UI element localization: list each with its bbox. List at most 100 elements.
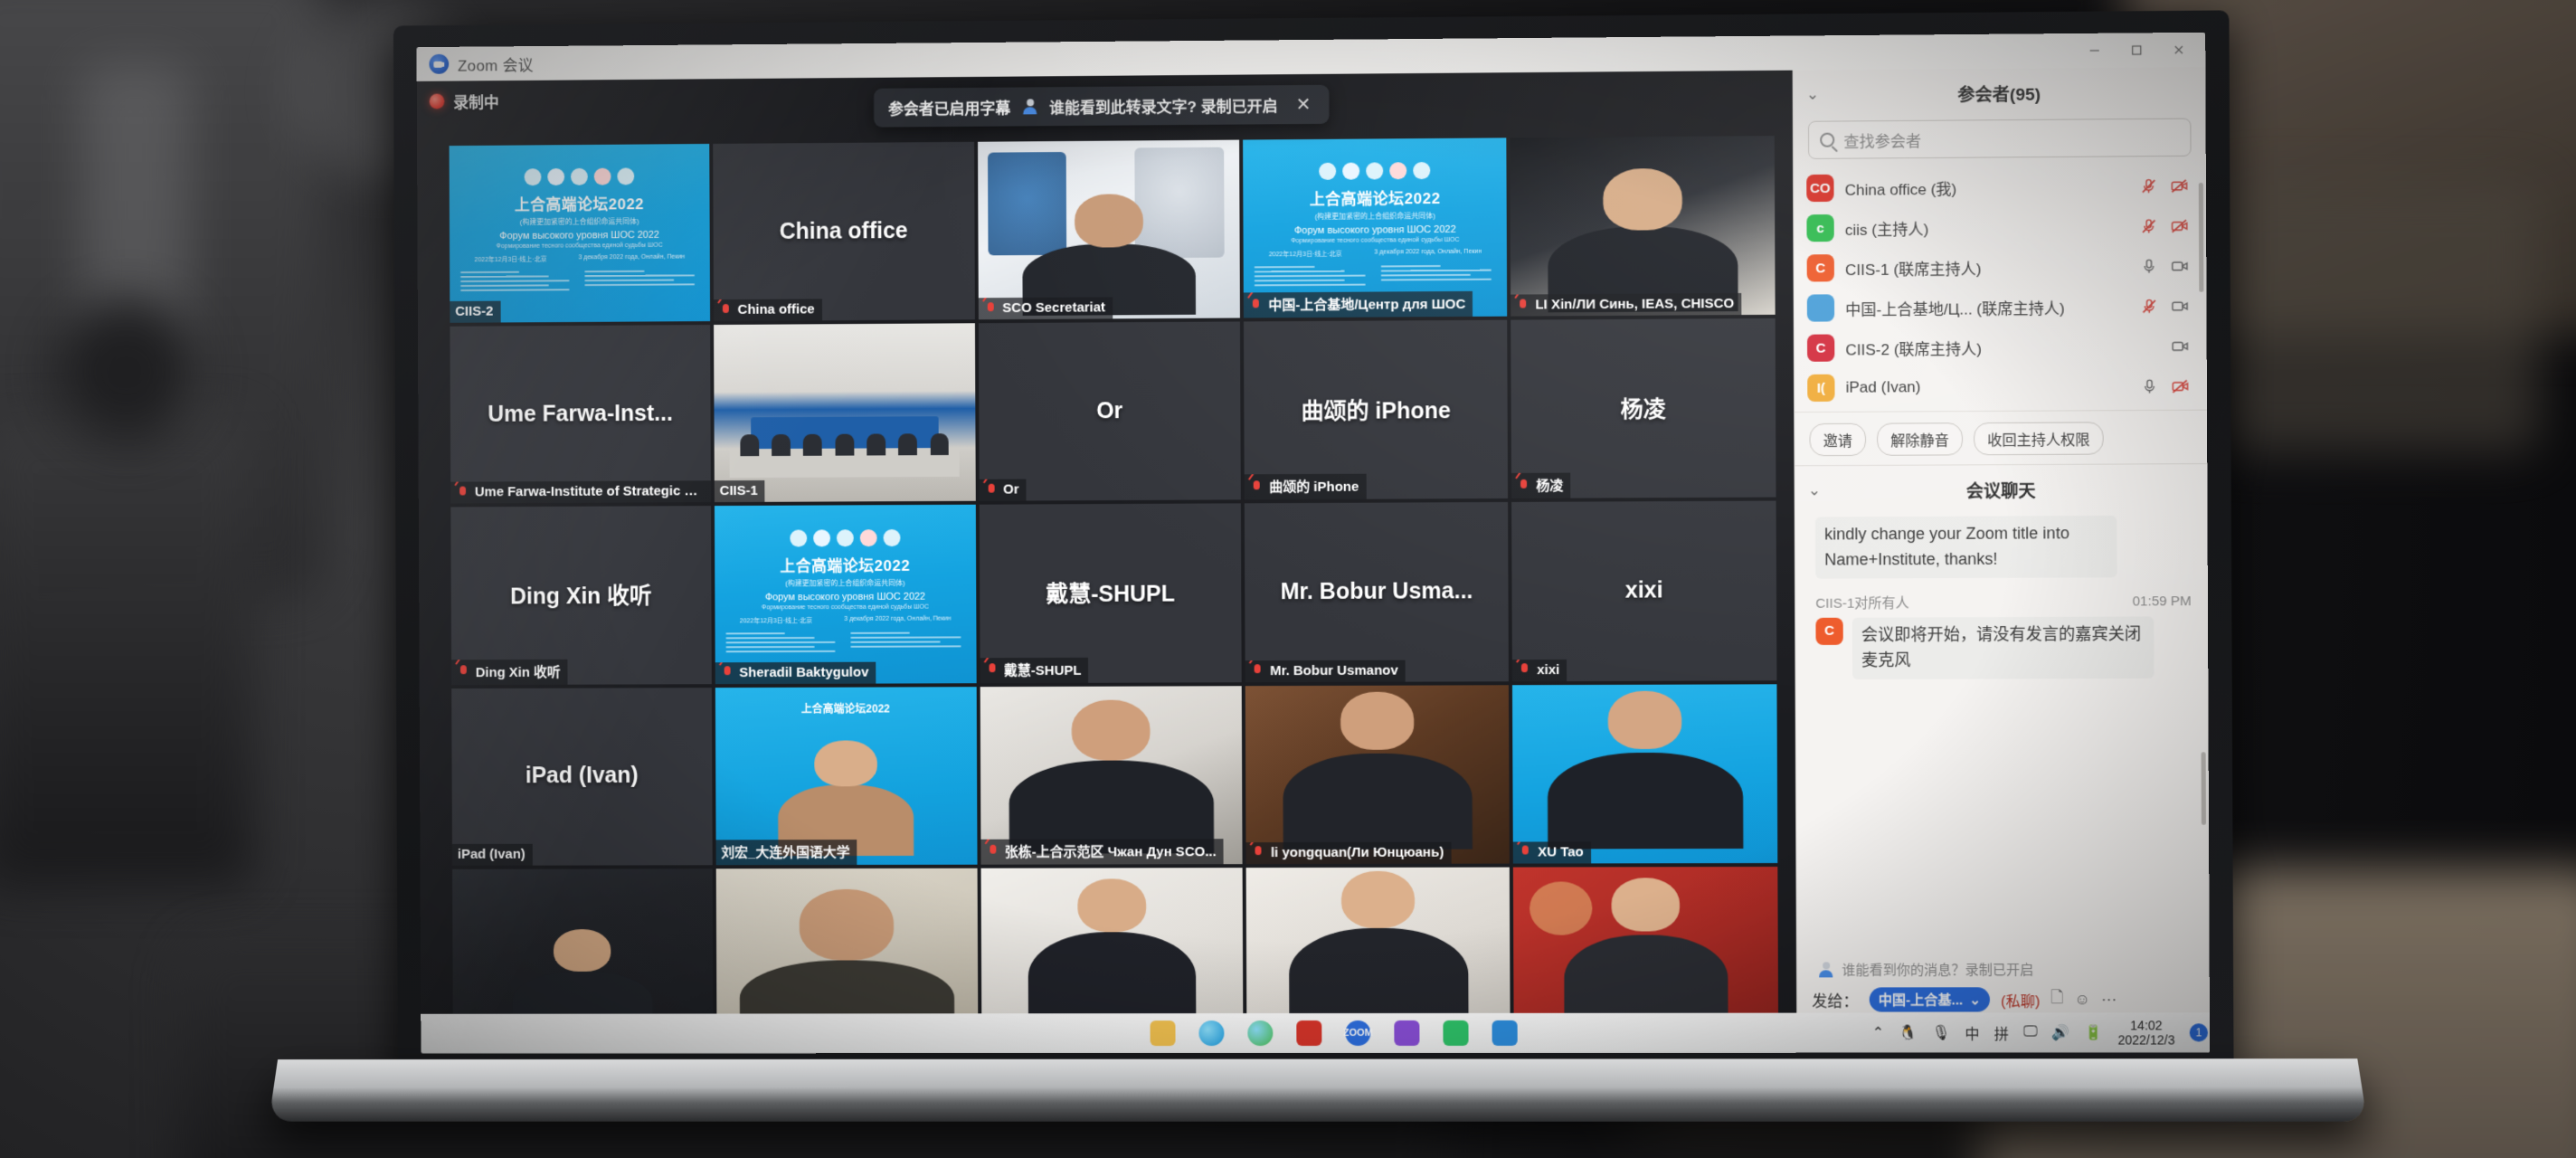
quark[interactable] [1480, 1013, 1529, 1053]
tile-name-label: 张栋-上合示范区 Чжан Дун SCO... [980, 839, 1224, 864]
tile-name-label: CIIS-2 [450, 301, 500, 323]
volume-icon[interactable]: 🔊 [2052, 1023, 2070, 1041]
participant-controls[interactable] [2141, 297, 2194, 314]
zoom-logo-icon [429, 54, 449, 74]
qq-penguin-icon[interactable]: 🐧 [1899, 1024, 1917, 1042]
microsoft-edge[interactable] [1187, 1013, 1236, 1053]
start-button[interactable] [1090, 1013, 1139, 1053]
video-tile[interactable]: xixi xixi [1511, 501, 1776, 681]
video-tile[interactable]: iPad (Ivan) iPad (Ivan) [451, 688, 712, 866]
participant-controls[interactable] [2140, 257, 2193, 275]
tile-display-name: China office [713, 217, 974, 245]
invite-button[interactable]: 邀请 [1809, 423, 1866, 456]
participant-row[interactable]: 中国-上合基地/Ц... (联席主持人) [1807, 286, 2194, 328]
unmute-all-button[interactable]: 解除静音 [1877, 422, 1963, 456]
search-participants-input[interactable]: 查找参会者 [1808, 119, 2192, 159]
muted-microphone-icon [1516, 298, 1530, 312]
xmind[interactable] [1382, 1013, 1431, 1053]
video-tile[interactable]: 杨凌 杨凌 [1511, 318, 1776, 498]
close-icon[interactable]: ✕ [1288, 93, 1318, 116]
maximize-icon[interactable] [2116, 33, 2158, 67]
video-tile[interactable]: li yongquan(Ли Юнцюань) [1245, 685, 1510, 864]
wechat[interactable] [1236, 1013, 1284, 1053]
participants-list[interactable]: CO China office (我) c ciis (主持人) C CIIS-… [1794, 166, 2207, 408]
video-tile[interactable]: CIIS-1 [714, 323, 976, 502]
chat-message-row: C 会议即将开始，请没有发言的嘉宾关闭麦克风 [1815, 616, 2192, 679]
video-tile[interactable]: SCO Secretariat [978, 140, 1241, 320]
ime-pinyin[interactable]: 拼 [1994, 1021, 2009, 1043]
video-tile[interactable]: 上合高端论坛2022 (构建更加紧密的上合组织命运共同体) Форум высо… [1243, 138, 1507, 318]
send-to-dropdown[interactable]: 中国-上合基... ⌄ [1870, 987, 1990, 1011]
tile-name-label: Or [979, 479, 1026, 501]
participant-controls[interactable] [2140, 176, 2193, 195]
video-tile[interactable]: Ume Farwa-Inst... Ume Farwa-Institute of … [450, 325, 710, 504]
participant-video-grid: 上合高端论坛2022 (构建更加紧密的上合组织命运共同体) Форум высо… [450, 136, 1779, 1046]
video-tile[interactable]: Or Or [979, 322, 1242, 501]
right-side-panel: ⌄ 参会者(95) 查找参会者 CO China office (我) c ci… [1793, 67, 2211, 1053]
chat-send-to-row: 发给： 中国-上合基... ⌄ (私聊) 🗋 ☺ ⋯ [1797, 979, 2210, 1015]
chat-visibility-note[interactable]: 谁能看到你的消息？录制已开启 [1797, 951, 2210, 980]
video-tile[interactable]: Ding Xin 收听 Ding Xin 收听 [450, 506, 711, 684]
participant-row[interactable]: CO China office (我) [1806, 166, 2193, 208]
notification-badge[interactable]: 1 [2190, 1023, 2208, 1041]
participant-name: 中国-上合基地/Ц... (联席主持人) [1845, 295, 2129, 319]
muted-microphone-icon [720, 665, 734, 679]
battery-icon[interactable]: 🔋 [2085, 1023, 2103, 1041]
avatar: c [1806, 214, 1833, 242]
camera-icon [2171, 337, 2190, 355]
microphone-icon[interactable]: 🎙 [1932, 1024, 1951, 1042]
participant-name: ciis (主持人) [1845, 214, 2129, 239]
muted-microphone-icon [1249, 298, 1263, 312]
video-tile[interactable]: 张栋-上合示范区 Чжан Дун SCO... [980, 686, 1243, 865]
video-tile[interactable]: China office China office [713, 142, 975, 321]
tile-display-name: Ding Xin 收听 [451, 578, 712, 612]
toast-right-text[interactable]: 谁能看到此转录文字? 录制已开启 [1049, 93, 1278, 118]
tile-display-name: 杨凌 [1511, 391, 1776, 425]
file-explorer[interactable] [1139, 1013, 1188, 1053]
chevron-up-icon[interactable]: ⌃ [1872, 1024, 1885, 1042]
participant-row[interactable]: C CIIS-2 (联席主持人) [1807, 326, 2194, 368]
camera-off-icon [2171, 217, 2190, 234]
chevron-down-icon[interactable]: ⌄ [1806, 85, 1826, 103]
participant-controls[interactable] [2141, 377, 2194, 394]
participants-panel-title: 参会者(95) [1794, 80, 2206, 108]
file-icon[interactable]: 🗋 [2050, 986, 2063, 1012]
zoom[interactable]: ZOOM [1333, 1013, 1382, 1053]
video-tile[interactable]: 曲颂的 iPhone 曲颂的 iPhone [1244, 320, 1508, 500]
participant-controls[interactable] [2140, 217, 2193, 235]
panel-scrollbar[interactable] [2199, 183, 2204, 292]
search-placeholder: 查找参会者 [1843, 128, 1921, 151]
chat-panel-title: 会议聊天 [1795, 477, 2208, 503]
chat-messages[interactable]: kindly change your Zoom title into Name+… [1795, 513, 2210, 951]
video-tile[interactable]: 上合高端论坛2022 (构建更加紧密的上合组织命运共同体) Форум высо… [715, 505, 977, 684]
send-to-value: 中国-上合基... [1879, 990, 1963, 1009]
tile-name-label: Ding Xin 收听 [451, 659, 567, 684]
participant-row[interactable]: c ciis (主持人) [1806, 205, 2193, 248]
chevron-down-icon[interactable]: ⌄ [1808, 481, 1828, 499]
participant-row[interactable]: C CIIS-1 (联席主持人) [1807, 245, 2194, 288]
more-horizontal-icon[interactable]: ⋯ [2101, 991, 2117, 1009]
recording-dot-icon [430, 94, 445, 109]
clock[interactable]: 14:02 2022/12/3 [2117, 1018, 2174, 1047]
network-icon[interactable]: 🖵 [2023, 1024, 2038, 1040]
participant-controls[interactable] [2142, 337, 2194, 355]
minimize-icon[interactable] [2073, 34, 2116, 68]
laptop-screen: Zoom 会议 录制中 参会者已启用字幕 谁能看到此转录文字? 录制已开启 ✕ … [417, 33, 2211, 1054]
video-tile[interactable]: 戴慧-SHUPL 戴慧-SHUPL [979, 504, 1242, 683]
ime-mode[interactable]: 中 [1965, 1021, 1979, 1043]
wps-office[interactable] [1284, 1013, 1333, 1053]
youdao[interactable] [1431, 1013, 1480, 1053]
close-icon[interactable] [2157, 33, 2200, 67]
video-tile[interactable]: 上合高端论坛2022 (构建更加紧密的上合组织命运共同体) Форум высо… [450, 144, 710, 323]
video-tile[interactable]: Mr. Bobur Usma... Mr. Bobur Usmanov [1245, 502, 1509, 681]
video-tile[interactable]: LI Xin/ЛИ Синь, IEAS, CHISCO [1511, 136, 1776, 317]
chat-scrollbar[interactable] [2202, 752, 2206, 825]
system-tray[interactable]: ⌃ 🐧 🎙 中 拼 🖵 🔊 🔋 14:02 2022/12/3 1 [1872, 1018, 2208, 1048]
reclaim-host-button[interactable]: 收回主持人权限 [1974, 422, 2104, 455]
recording-indicator[interactable]: 录制中 [430, 90, 499, 112]
emoji-icon[interactable]: ☺ [2074, 991, 2090, 1009]
video-tile[interactable]: XU Tao [1512, 684, 1777, 863]
video-tile[interactable]: 上合高端论坛2022 刘宏_大连外国语大学 [715, 687, 978, 865]
participant-row[interactable]: I( iPad (Ivan) [1807, 365, 2194, 408]
wps-icon [1296, 1020, 1321, 1046]
